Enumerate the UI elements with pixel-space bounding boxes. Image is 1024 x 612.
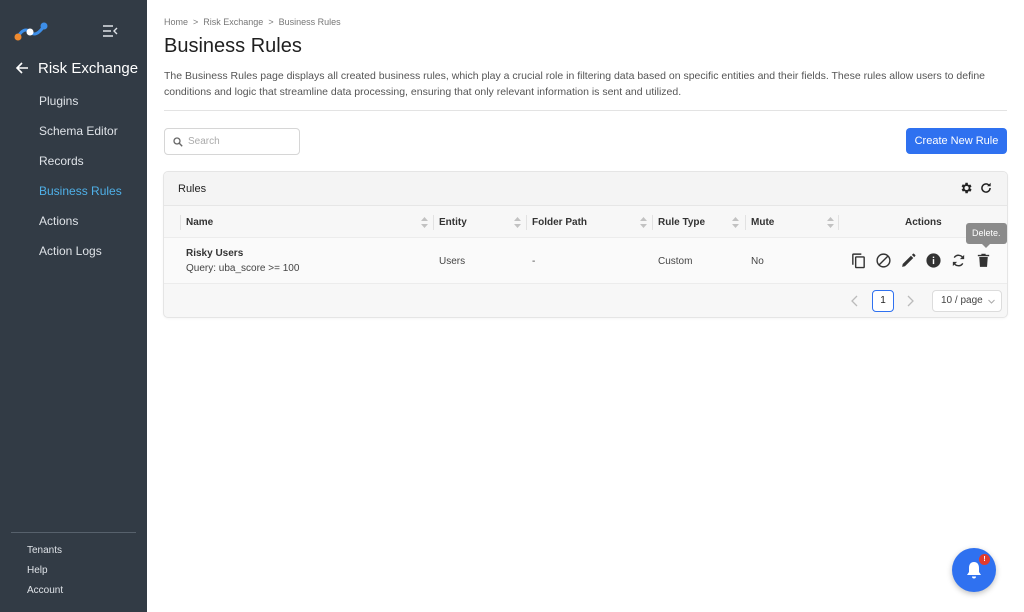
sidebar-item-action-logs[interactable]: Action Logs: [0, 239, 147, 269]
page-title: Business Rules: [164, 35, 302, 57]
sidebar: Risk Exchange Plugins Schema Editor Reco…: [0, 0, 147, 612]
search-box[interactable]: [164, 128, 300, 155]
sort-icon[interactable]: [421, 217, 428, 228]
column-label: Folder Path: [532, 217, 588, 228]
chevron-right-icon[interactable]: [905, 295, 915, 307]
page-number[interactable]: 1: [872, 290, 894, 312]
breadcrumb-home[interactable]: Home: [164, 17, 188, 27]
chevron-left-icon[interactable]: [850, 295, 860, 307]
notifications-button[interactable]: !: [952, 548, 996, 592]
column-header-folder-path[interactable]: Folder Path: [532, 207, 650, 238]
sidebar-bottom-nav: Tenants Help Account: [0, 542, 147, 602]
sort-icon[interactable]: [827, 217, 834, 228]
column-separator: [838, 215, 839, 230]
rule-name[interactable]: Risky Users: [186, 248, 243, 259]
card-title: Rules: [178, 183, 207, 195]
column-label: Actions: [905, 217, 942, 228]
search-input[interactable]: [188, 136, 288, 147]
notification-badge: !: [979, 554, 990, 565]
card-tools: [959, 181, 993, 195]
breadcrumb-separator: >: [268, 17, 274, 27]
rule-entity: Users: [439, 256, 466, 267]
edit-icon[interactable]: [900, 252, 917, 269]
sidebar-item-business-rules[interactable]: Business Rules: [0, 179, 147, 209]
chevron-down-icon: [988, 299, 995, 304]
gear-icon[interactable]: [959, 181, 973, 195]
collapse-sidebar-icon[interactable]: [102, 24, 118, 38]
sort-icon[interactable]: [514, 217, 521, 228]
row-actions: [850, 252, 992, 269]
column-label: Entity: [439, 217, 467, 228]
column-separator: [433, 215, 434, 230]
sidebar-item-schema-editor[interactable]: Schema Editor: [0, 119, 147, 149]
sidebar-item-account[interactable]: Account: [0, 582, 147, 602]
sidebar-item-records[interactable]: Records: [0, 149, 147, 179]
sidebar-item-plugins[interactable]: Plugins: [0, 89, 147, 119]
main-content: Home > Risk Exchange > Business Rules Bu…: [147, 0, 1024, 612]
page-size-value: 10 / page: [941, 295, 983, 306]
rule-type: Custom: [658, 256, 693, 267]
column-separator: [652, 215, 653, 230]
disable-icon[interactable]: [875, 252, 892, 269]
breadcrumb-risk-exchange[interactable]: Risk Exchange: [203, 17, 263, 27]
copy-icon[interactable]: [850, 252, 867, 269]
table-header: Name Entity Folder Path Rule Type Mute A…: [164, 207, 1007, 238]
column-header-entity[interactable]: Entity: [439, 207, 525, 238]
column-separator: [180, 215, 181, 230]
breadcrumb-current: Business Rules: [278, 17, 341, 27]
column-header-mute[interactable]: Mute: [751, 207, 837, 238]
sort-icon[interactable]: [732, 217, 739, 228]
column-separator: [526, 215, 527, 230]
column-label: Mute: [751, 217, 775, 228]
card-header: Rules: [164, 172, 1007, 206]
app-logo[interactable]: [14, 20, 50, 42]
refresh-icon[interactable]: [979, 181, 993, 195]
sidebar-divider: [11, 532, 136, 533]
info-icon[interactable]: [925, 252, 942, 269]
breadcrumb: Home > Risk Exchange > Business Rules: [164, 17, 341, 27]
back-to-module[interactable]: Risk Exchange: [14, 58, 138, 78]
delete-icon[interactable]: [975, 252, 992, 269]
column-label: Rule Type: [658, 217, 706, 228]
table-row[interactable]: Risky Users Query: uba_score >= 100 User…: [164, 238, 1007, 284]
column-separator: [745, 215, 746, 230]
breadcrumb-separator: >: [193, 17, 199, 27]
page-description: The Business Rules page displays all cre…: [164, 70, 985, 98]
page-size-select[interactable]: 10 / page: [932, 290, 1002, 312]
column-header-rule-type[interactable]: Rule Type: [658, 207, 743, 238]
column-header-actions: Actions: [905, 207, 955, 238]
sync-icon[interactable]: [950, 252, 967, 269]
search-icon: [173, 136, 183, 147]
column-label: Name: [186, 217, 214, 228]
divider: [164, 110, 1007, 111]
delete-tooltip: Delete.: [966, 223, 1007, 248]
pagination: 1 10 / page: [164, 290, 1007, 312]
sidebar-item-tenants[interactable]: Tenants: [0, 542, 147, 562]
rule-folder-path: -: [532, 256, 536, 267]
rule-mute: No: [751, 256, 764, 267]
sidebar-nav: Plugins Schema Editor Records Business R…: [0, 89, 147, 269]
module-title: Risk Exchange: [38, 59, 139, 77]
sidebar-item-actions[interactable]: Actions: [0, 209, 147, 239]
create-new-rule-button[interactable]: Create New Rule: [906, 128, 1007, 154]
sidebar-item-help[interactable]: Help: [0, 562, 147, 582]
arrow-left-icon: [15, 62, 28, 74]
rules-card: Rules Name Entity Folder Path Rule Type …: [163, 171, 1008, 318]
column-header-name[interactable]: Name: [186, 207, 431, 238]
rule-query: Query: uba_score >= 100: [186, 263, 300, 274]
sort-icon[interactable]: [640, 217, 647, 228]
